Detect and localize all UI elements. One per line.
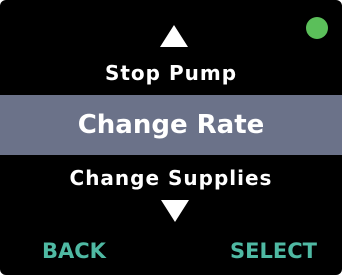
back-button[interactable]: BACK [42,236,106,266]
scroll-up-icon[interactable] [160,25,188,47]
scroll-down-icon[interactable] [161,200,189,222]
status-dot-icon [306,17,328,39]
menu-item-stop-pump[interactable]: Stop Pump [0,58,342,88]
menu-item-change-rate[interactable]: Change Rate [0,95,342,155]
menu-item-change-supplies[interactable]: Change Supplies [0,163,342,193]
select-button[interactable]: SELECT [230,236,317,266]
device-screen: Stop Pump Change Rate Change Supplies BA… [0,0,342,275]
